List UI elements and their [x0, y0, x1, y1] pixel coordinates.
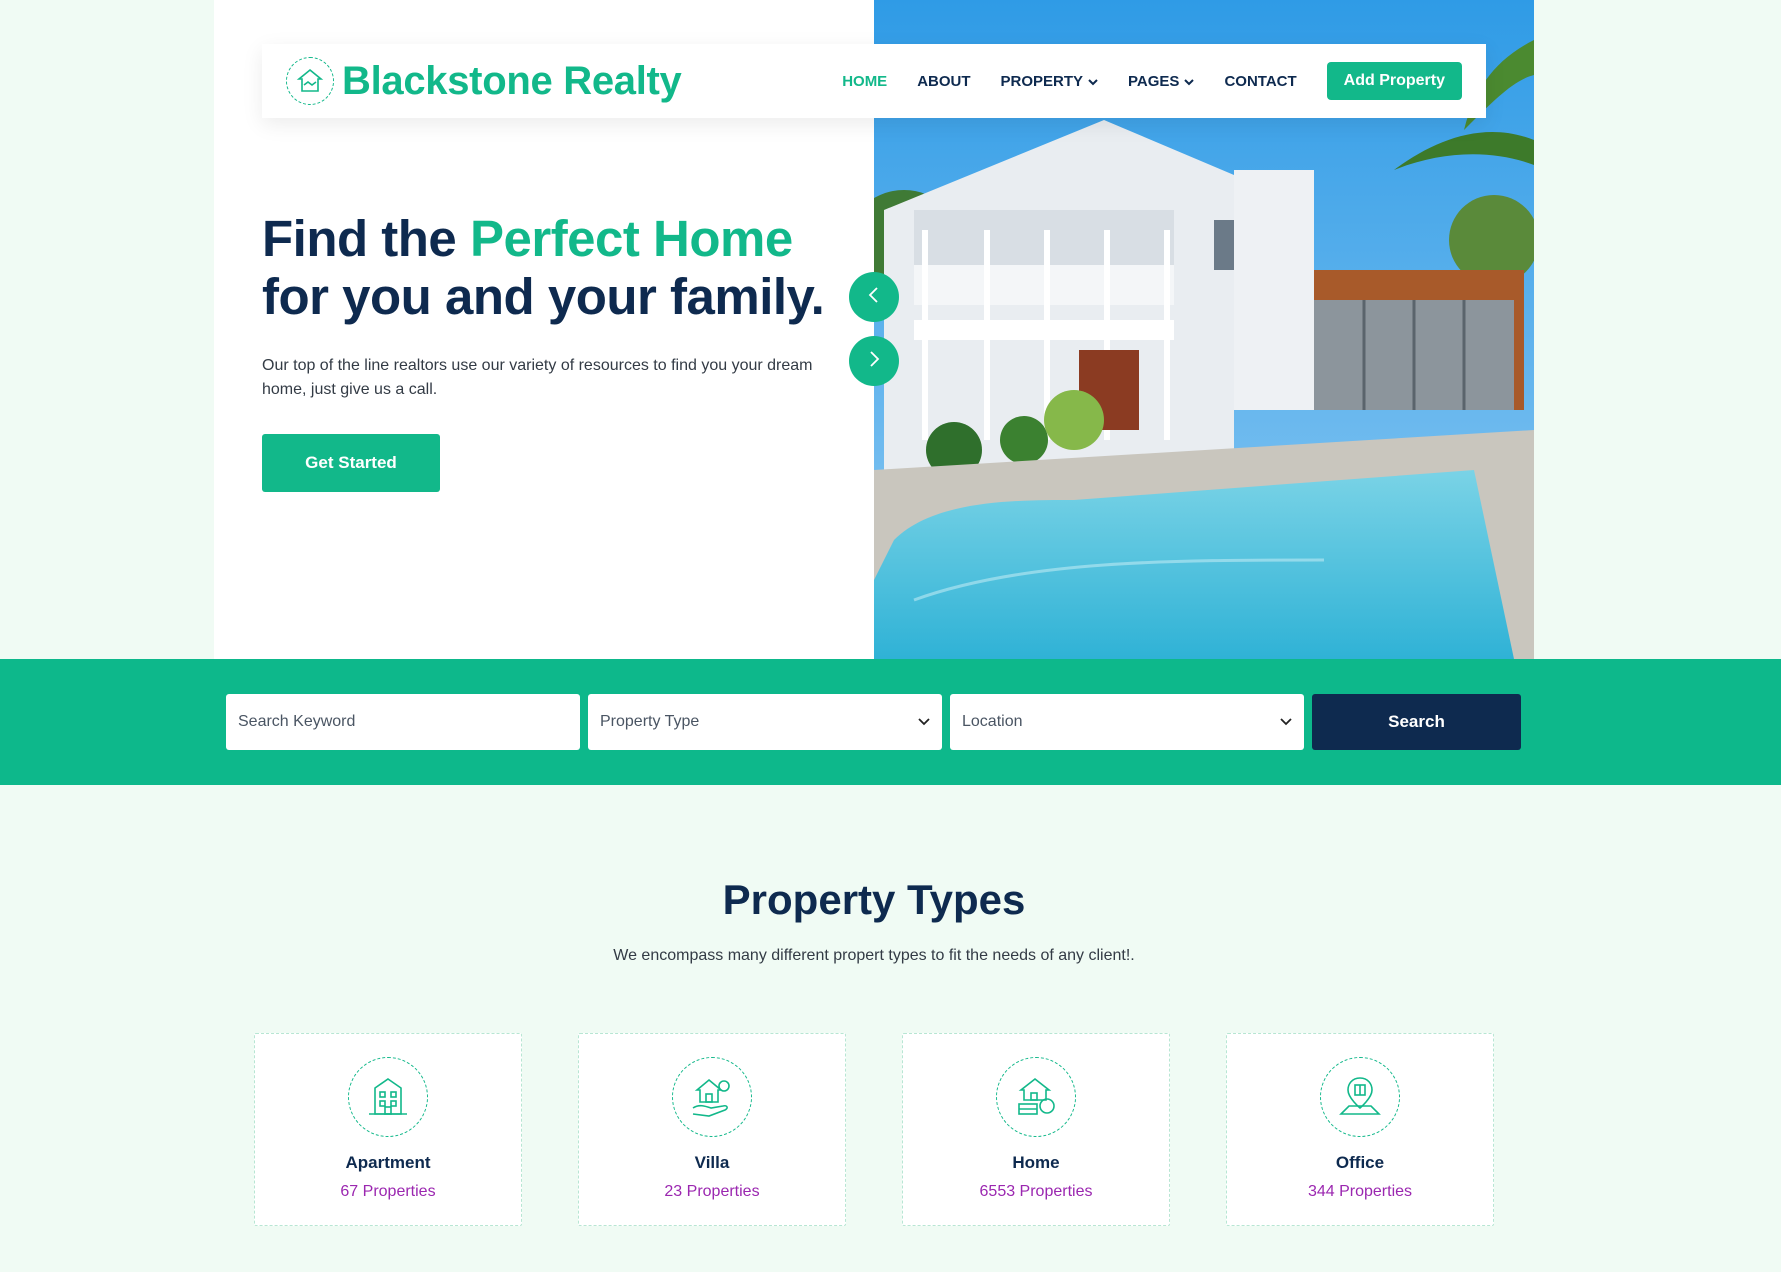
- nav-item-label: CONTACT: [1224, 72, 1297, 90]
- location-value: Location: [962, 713, 1023, 730]
- get-started-button[interactable]: Get Started: [262, 434, 440, 492]
- nav-menu: HOME ABOUT PROPERTY PAGES CONTACT Add Pr…: [842, 62, 1462, 100]
- office-location-icon: [1320, 1057, 1400, 1137]
- nav-item-label: ABOUT: [917, 72, 971, 90]
- nav-item-contact[interactable]: CONTACT: [1224, 73, 1296, 90]
- search-keyword-input[interactable]: Search Keyword: [226, 694, 580, 750]
- home-money-icon: [996, 1057, 1076, 1137]
- property-type-card-office[interactable]: Office 344 Properties: [1226, 1033, 1494, 1226]
- search-band: Search Keyword Property Type Location Se…: [0, 659, 1781, 785]
- slider-next-button[interactable]: [849, 336, 899, 386]
- property-type-count: 67 Properties: [340, 1183, 436, 1200]
- brand-name: Blackstone Realty: [342, 58, 682, 103]
- villa-hand-icon: [672, 1057, 752, 1137]
- property-type-count: 6553 Properties: [979, 1183, 1093, 1200]
- property-type-select[interactable]: Property Type: [588, 694, 942, 750]
- chevron-down-icon: [1088, 73, 1098, 90]
- chevron-down-icon: [1280, 713, 1292, 731]
- nav-item-label: HOME: [842, 72, 888, 90]
- hero-title-part2: for you and your family.: [262, 268, 825, 325]
- chevron-right-icon: [867, 350, 881, 373]
- search-keyword-placeholder: Search Keyword: [238, 713, 356, 730]
- chevron-down-icon: [918, 713, 930, 731]
- property-type-card-apartment[interactable]: Apartment 67 Properties: [254, 1033, 522, 1226]
- apartment-building-icon: [348, 1057, 428, 1137]
- property-type-name: Home: [1012, 1153, 1060, 1172]
- nav-item-property[interactable]: PROPERTY: [1001, 73, 1099, 90]
- hero-title-accent: Perfect Home: [469, 210, 793, 267]
- brand-link[interactable]: Blackstone Realty: [286, 57, 682, 105]
- slider-prev-button[interactable]: [849, 272, 899, 322]
- nav-item-home[interactable]: HOME: [842, 73, 887, 90]
- hero-section: Blackstone Realty HOME ABOUT PROPERTY PA…: [214, 0, 1534, 659]
- nav-item-pages[interactable]: PAGES: [1128, 72, 1195, 90]
- add-property-button[interactable]: Add Property: [1326, 62, 1462, 100]
- chevron-left-icon: [867, 286, 881, 309]
- hero-description: Our top of the line realtors use our var…: [262, 357, 813, 398]
- nav-item-about[interactable]: ABOUT: [917, 73, 970, 90]
- property-types-title: Property Types: [722, 876, 1026, 923]
- property-type-name: Office: [1335, 1153, 1385, 1172]
- hero-title: Find the Perfect Home for you and your f…: [262, 210, 862, 326]
- property-type-value: Property Type: [600, 713, 700, 730]
- property-type-name: Apartment: [345, 1153, 431, 1172]
- chevron-down-icon: [1184, 73, 1195, 90]
- property-type-name: Villa: [694, 1153, 730, 1172]
- location-select[interactable]: Location: [950, 694, 1304, 750]
- search-button[interactable]: Search: [1312, 694, 1521, 750]
- hero-title-part1: Find the: [262, 210, 470, 267]
- main-navbar: Blackstone Realty HOME ABOUT PROPERTY PA…: [262, 44, 1486, 118]
- property-type-count: 344 Properties: [1307, 1183, 1413, 1200]
- property-type-card-villa[interactable]: Villa 23 Properties: [578, 1033, 846, 1226]
- property-type-count: 23 Properties: [664, 1183, 760, 1200]
- nav-item-label: PAGES: [1128, 72, 1180, 90]
- handshake-house-logo-icon: [286, 57, 334, 105]
- nav-item-label: PROPERTY: [1000, 72, 1084, 90]
- property-types-subtitle: We encompass many different propert type…: [613, 947, 1135, 964]
- property-type-card-home[interactable]: Home 6553 Properties: [902, 1033, 1170, 1226]
